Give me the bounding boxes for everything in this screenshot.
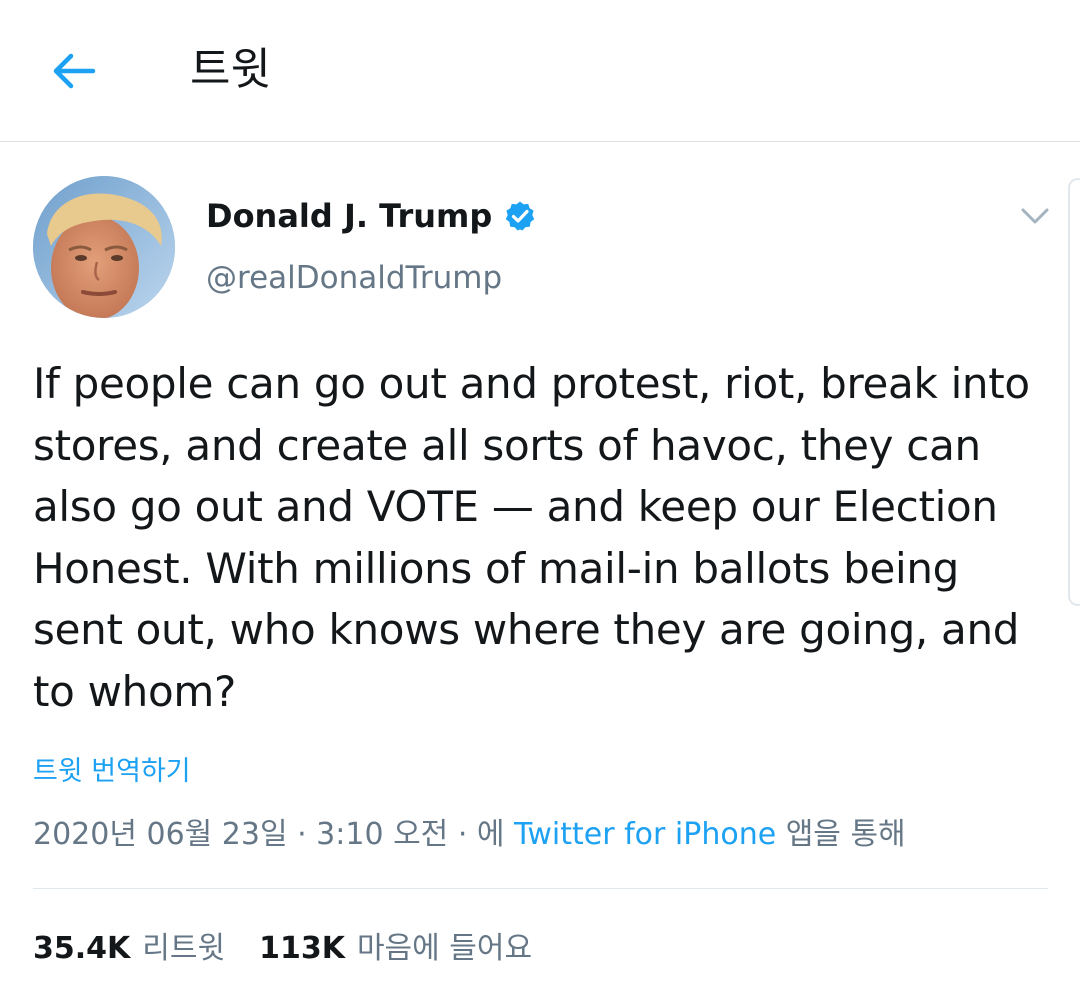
scroll-indicator[interactable]: [1068, 178, 1080, 606]
likes-count: 113K: [259, 931, 345, 966]
author-name[interactable]: Donald J. Trump: [206, 193, 536, 239]
top-app-bar: 트윗: [0, 0, 1080, 142]
page-title: 트윗: [190, 44, 271, 95]
timestamp-text: 2020년 06월 23일 · 3:10 오전 · 에: [33, 817, 515, 852]
verified-badge-icon: [506, 201, 535, 231]
tweet-stats: 35.4K 리트윗 113K 마음에 들어요: [33, 924, 532, 974]
chevron-down-icon: [1021, 208, 1049, 224]
retweets-count: 35.4K: [33, 931, 131, 966]
divider: [33, 888, 1048, 889]
tweet-menu-button[interactable]: [1014, 196, 1056, 236]
profile-photo: [33, 176, 175, 318]
back-button[interactable]: [40, 40, 106, 102]
arrow-left-icon: [53, 53, 96, 89]
source-suffix: 앱을 통해: [776, 817, 906, 852]
tweet-text: If people can go out and protest, riot, …: [33, 359, 1030, 716]
author-handle[interactable]: @realDonaldTrump: [206, 256, 502, 300]
translate-tweet-link[interactable]: 트윗 번역하기: [33, 752, 191, 792]
source-app-link[interactable]: Twitter for iPhone: [514, 817, 776, 852]
tweet-timestamp: 2020년 06월 23일 · 3:10 오전 · 에 Twitter for …: [33, 812, 906, 858]
retweets-stat[interactable]: 35.4K 리트윗: [33, 924, 225, 974]
author-name-text: Donald J. Trump: [206, 197, 493, 235]
avatar[interactable]: [33, 176, 175, 318]
retweets-label: 리트윗: [142, 931, 226, 966]
likes-label: 마음에 들어요: [356, 931, 533, 966]
likes-stat[interactable]: 113K 마음에 들어요: [259, 924, 532, 974]
